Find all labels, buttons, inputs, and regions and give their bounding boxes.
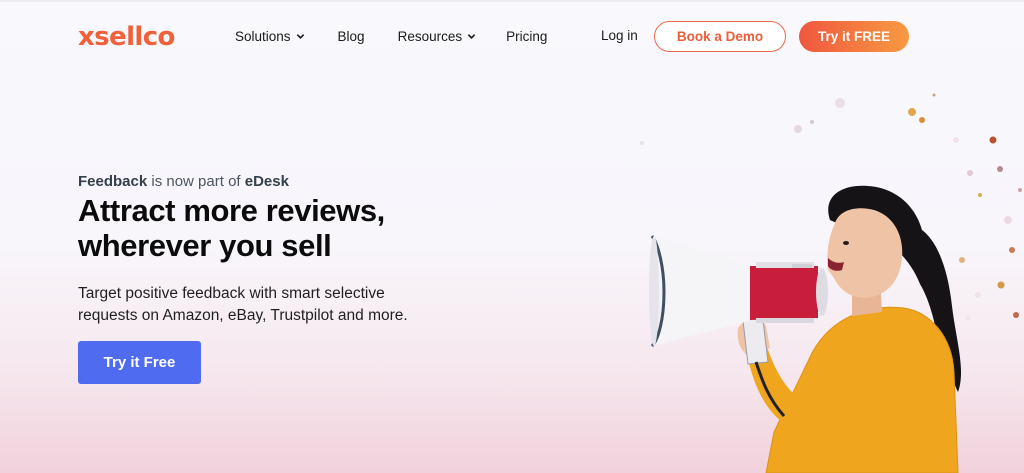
nav-item-resources[interactable]: Resources <box>398 26 477 46</box>
nav-item-solutions[interactable]: Solutions <box>235 26 305 46</box>
nav-item-pricing[interactable]: Pricing <box>506 26 547 46</box>
nav-item-blog[interactable]: Blog <box>338 26 365 46</box>
logo-text: xsellco <box>78 22 175 52</box>
chevron-down-icon <box>467 33 476 39</box>
eyebrow-text: Feedback is now part of eDesk <box>78 173 289 190</box>
main-menu: Solutions Blog Resources Pricing <box>235 26 547 46</box>
subtext-line-1: Target positive feedback with smart sele… <box>78 285 385 302</box>
headline-line-2: wherever you sell <box>78 228 332 263</box>
subtext-line-2: requests on Amazon, eBay, Trustpilot and… <box>78 307 408 324</box>
woman-with-megaphone-illustration <box>640 93 1022 473</box>
try-free-nav-button[interactable]: Try it FREE <box>799 21 909 52</box>
eyebrow-edesk: eDesk <box>244 173 289 190</box>
login-link[interactable]: Log in <box>601 28 638 43</box>
nav-item-label: Solutions <box>235 28 291 44</box>
xsellco-logo[interactable]: xsellco <box>78 21 175 53</box>
chevron-down-icon <box>296 33 304 39</box>
top-navigation: xsellco Solutions Blog Resources Pricing… <box>0 0 1024 76</box>
headline-line-1: Attract more reviews, <box>78 193 385 228</box>
try-free-hero-button[interactable]: Try it Free <box>78 341 201 384</box>
book-demo-button[interactable]: Book a Demo <box>654 21 786 52</box>
hero-subtext: Target positive feedback with smart sele… <box>78 283 478 327</box>
hero-headline: Attract more reviews, wherever you sell <box>78 193 548 263</box>
eyebrow-middle: is now part of <box>147 173 245 190</box>
nav-item-label: Blog <box>337 28 365 44</box>
nav-item-label: Resources <box>397 28 463 44</box>
nav-item-label: Pricing <box>506 28 548 44</box>
eyebrow-feedback: Feedback <box>78 173 148 190</box>
